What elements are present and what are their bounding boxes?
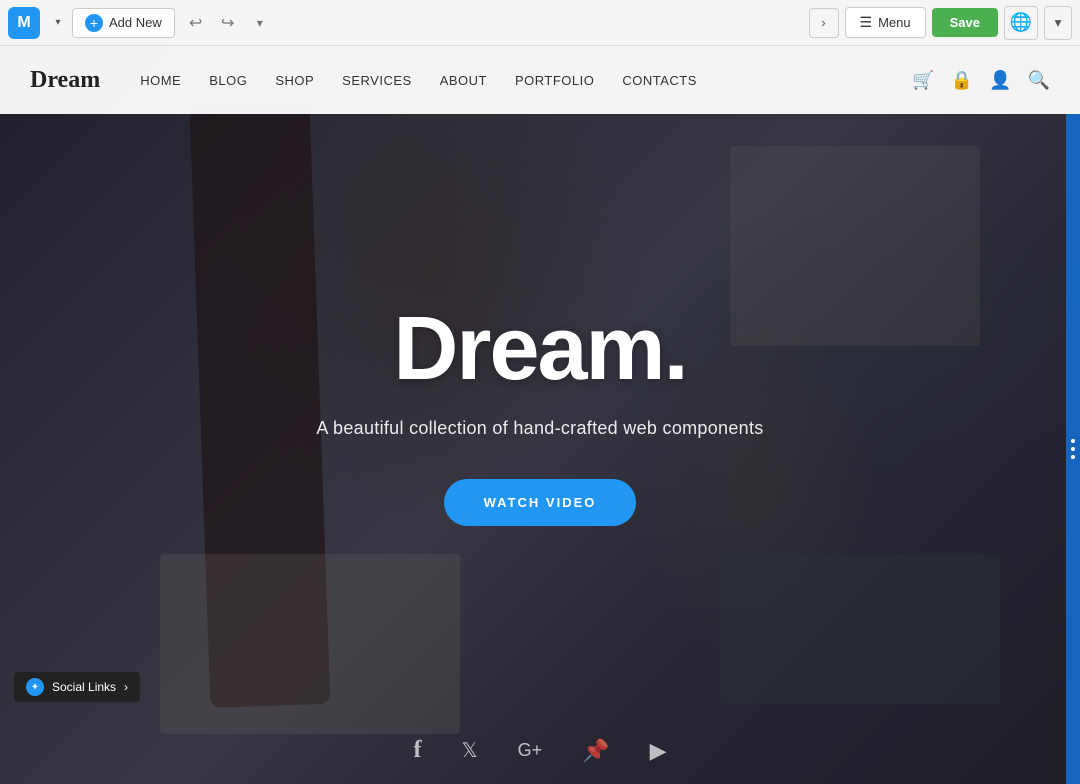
search-icon[interactable]: 🔍 (1028, 70, 1050, 91)
social-tag-arrow: › (124, 680, 128, 694)
hero-title: Dream. (190, 304, 890, 394)
panel-dot-3 (1071, 455, 1075, 459)
social-links-label: Social Links (52, 680, 116, 694)
facebook-icon[interactable]: f (414, 737, 422, 764)
right-panel[interactable] (1066, 114, 1080, 784)
social-tag-dot: ✦ (26, 678, 44, 696)
youtube-icon[interactable]: ▶ (650, 738, 667, 764)
panel-dot-2 (1071, 447, 1075, 451)
social-links-tag[interactable]: ✦ Social Links › (14, 672, 140, 702)
history-dropdown-button[interactable]: ▾ (245, 8, 275, 38)
nav-blog[interactable]: BLOG (209, 73, 247, 88)
menu-label: Menu (878, 15, 911, 30)
twitter-icon[interactable]: 𝕏 (462, 738, 478, 763)
nav-contacts[interactable]: CONTACTS (622, 73, 697, 88)
toolbar: M ▾ + Add New ↩ ↪ ▾ › ☰ Menu Save 🌐 ▾ (0, 0, 1080, 46)
user-icon[interactable]: 👤 (989, 70, 1011, 91)
preview-arrow-button[interactable]: › (809, 8, 839, 38)
nav-about[interactable]: ABOUT (440, 73, 487, 88)
add-new-label: Add New (109, 15, 162, 30)
site-logo[interactable]: Dream (30, 67, 100, 94)
social-bar: f 𝕏 G+ 📌 ▶ (0, 737, 1080, 764)
nav-shop[interactable]: SHOP (275, 73, 314, 88)
site-nav: HOME BLOG SHOP SERVICES ABOUT PORTFOLIO … (140, 73, 912, 88)
hamburger-icon: ☰ (860, 14, 873, 31)
add-new-button[interactable]: + Add New (72, 8, 175, 38)
watch-video-button[interactable]: WATCH VIDEO (444, 479, 637, 526)
lock-icon[interactable]: 🔒 (951, 70, 973, 91)
nav-portfolio[interactable]: PORTFOLIO (515, 73, 594, 88)
site-navbar: Dream HOME BLOG SHOP SERVICES ABOUT PORT… (0, 46, 1080, 114)
nav-services[interactable]: SERVICES (342, 73, 412, 88)
more-options-button[interactable]: ▾ (1044, 6, 1072, 40)
nav-home[interactable]: HOME (140, 73, 181, 88)
globe-button[interactable]: 🌐 (1004, 6, 1038, 40)
logo-dropdown[interactable]: ▾ (50, 15, 66, 31)
hero-content: Dream. A beautiful collection of hand-cr… (190, 304, 890, 526)
panel-dot-1 (1071, 439, 1075, 443)
social-icons-row: f 𝕏 G+ 📌 ▶ (414, 737, 667, 764)
right-panel-dots (1071, 439, 1075, 459)
plus-icon: + (85, 14, 103, 32)
cart-icon[interactable]: 🛒 (912, 70, 934, 91)
redo-button[interactable]: ↪ (213, 8, 243, 38)
menu-button[interactable]: ☰ Menu (845, 7, 926, 38)
undo-button[interactable]: ↩ (181, 8, 211, 38)
logo-icon[interactable]: M (8, 7, 40, 39)
pinterest-icon[interactable]: 📌 (582, 738, 609, 764)
toolbar-right: › ☰ Menu Save 🌐 ▾ (809, 6, 1072, 40)
googleplus-icon[interactable]: G+ (518, 740, 543, 761)
hero-subtitle: A beautiful collection of hand-crafted w… (190, 418, 890, 439)
website-preview: Dream HOME BLOG SHOP SERVICES ABOUT PORT… (0, 46, 1080, 784)
history-controls: ↩ ↪ ▾ (181, 8, 275, 38)
site-nav-icons: 🛒 🔒 👤 🔍 (912, 70, 1050, 91)
save-button[interactable]: Save (932, 8, 998, 37)
